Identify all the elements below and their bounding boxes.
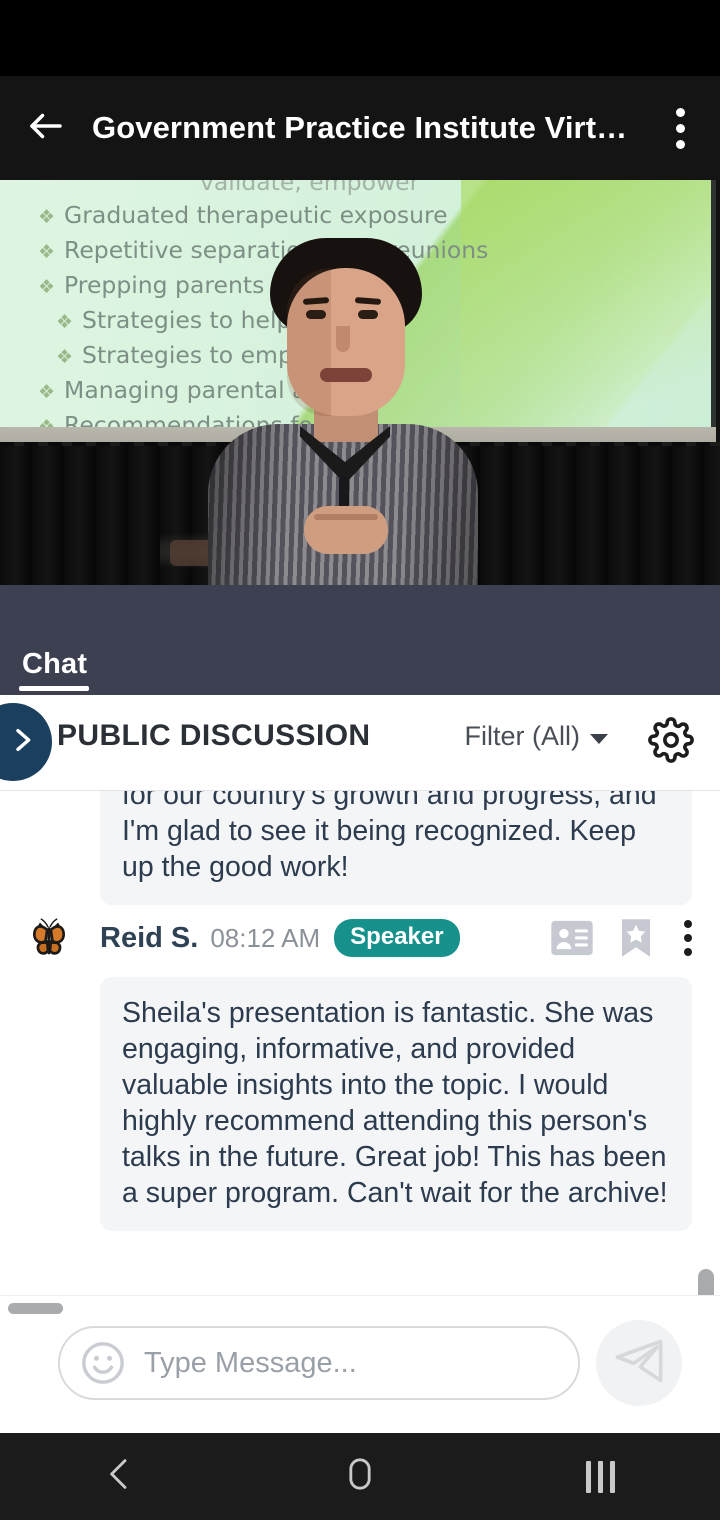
- nav-recents-button[interactable]: [520, 1433, 680, 1520]
- butterfly-avatar: [33, 918, 65, 955]
- app-screen: Government Practice Institute Virt… vali…: [0, 0, 720, 1520]
- emoji-button[interactable]: [80, 1340, 126, 1386]
- filter-label: Filter (All): [464, 721, 581, 751]
- gear-icon: [648, 716, 694, 768]
- arrow-left-icon: [25, 105, 67, 152]
- more-vertical-icon: [675, 107, 685, 117]
- slide-line: ❖ Graduated therapeutic exposure: [38, 201, 448, 229]
- more-vertical-icon: [684, 920, 692, 928]
- chat-tab-bar: Chat: [0, 585, 720, 695]
- horizontal-scrollbar[interactable]: [8, 1303, 63, 1314]
- speaker-figure: [208, 238, 478, 585]
- nav-back-button[interactable]: [40, 1433, 200, 1520]
- nav-back-icon: [100, 1454, 140, 1499]
- bullet-icon: ❖: [38, 241, 56, 263]
- expand-panel-button[interactable]: [0, 703, 52, 781]
- vertical-scrollbar[interactable]: [698, 1269, 714, 1295]
- filter-dropdown[interactable]: Filter (All): [464, 721, 608, 752]
- message-text: Sheila's presentation is fantastic. She …: [100, 977, 692, 1231]
- message-input[interactable]: Type Message...: [58, 1326, 580, 1400]
- bookmark-star-icon: [622, 919, 650, 957]
- contact-card-icon: [551, 920, 593, 956]
- message-text: for our country's growth and progress, a…: [100, 791, 692, 905]
- bullet-icon: ❖: [56, 346, 74, 368]
- message-item-partial: for our country's growth and progress, a…: [0, 791, 720, 905]
- message-actions: [550, 918, 698, 958]
- bullet-icon: ❖: [38, 276, 56, 298]
- speaker-mouth: [320, 368, 372, 382]
- message-list[interactable]: for our country's growth and progress, a…: [0, 791, 720, 1295]
- emoji-smiley-icon: [82, 1342, 124, 1384]
- message-author: Reid S.: [100, 921, 199, 954]
- message-header: Reid S. 08:12 AM Speaker: [0, 909, 720, 967]
- caret-down-icon: [590, 734, 608, 744]
- android-navigation-bar: [0, 1433, 720, 1520]
- video-player[interactable]: validate, empower ❖ Graduated therapeutic…: [0, 180, 720, 585]
- message-input-placeholder: Type Message...: [144, 1346, 357, 1379]
- back-button[interactable]: [0, 76, 92, 180]
- bullet-icon: ❖: [56, 311, 74, 333]
- avatar[interactable]: [24, 913, 74, 963]
- message-item: Reid S. 08:12 AM Speaker Sheila's presen…: [0, 909, 720, 1231]
- speaker-hands: [304, 506, 388, 554]
- send-paper-plane-icon: [613, 1335, 665, 1392]
- message-body: Sheila's presentation is fantastic. She …: [0, 977, 720, 1231]
- nav-recents-icon: [585, 1460, 615, 1493]
- tab-active-indicator: [19, 686, 89, 691]
- chat-settings-button[interactable]: [644, 715, 698, 769]
- tab-chat[interactable]: Chat: [22, 648, 87, 681]
- send-button[interactable]: [596, 1320, 682, 1406]
- nav-home-button[interactable]: [280, 1433, 440, 1520]
- nav-home-icon: [340, 1454, 380, 1499]
- discussion-title: PUBLIC DISCUSSION: [57, 719, 371, 752]
- bookmark-button[interactable]: [620, 918, 652, 958]
- message-timestamp: 08:12 AM: [210, 922, 321, 953]
- overflow-menu-button[interactable]: [640, 76, 720, 180]
- message-overflow-button[interactable]: [678, 920, 698, 956]
- speaker-eye-right: [358, 310, 378, 319]
- speaker-nose: [336, 326, 350, 352]
- bullet-icon: ❖: [38, 206, 56, 228]
- speaker-face-shade: [287, 268, 331, 416]
- page-title: Government Practice Institute Virt…: [92, 110, 628, 145]
- chevron-right-icon: [0, 724, 38, 761]
- status-bar: [0, 0, 720, 76]
- status-badge: Speaker: [334, 919, 460, 957]
- contact-card-button[interactable]: [550, 920, 594, 956]
- speaker-eye-left: [306, 310, 326, 319]
- message-composer: Type Message...: [0, 1295, 720, 1433]
- discussion-header: PUBLIC DISCUSSION Filter (All): [0, 695, 720, 791]
- slide-line: validate, empower: [200, 180, 420, 196]
- app-bar: Government Practice Institute Virt…: [0, 76, 720, 180]
- bullet-icon: ❖: [38, 381, 56, 403]
